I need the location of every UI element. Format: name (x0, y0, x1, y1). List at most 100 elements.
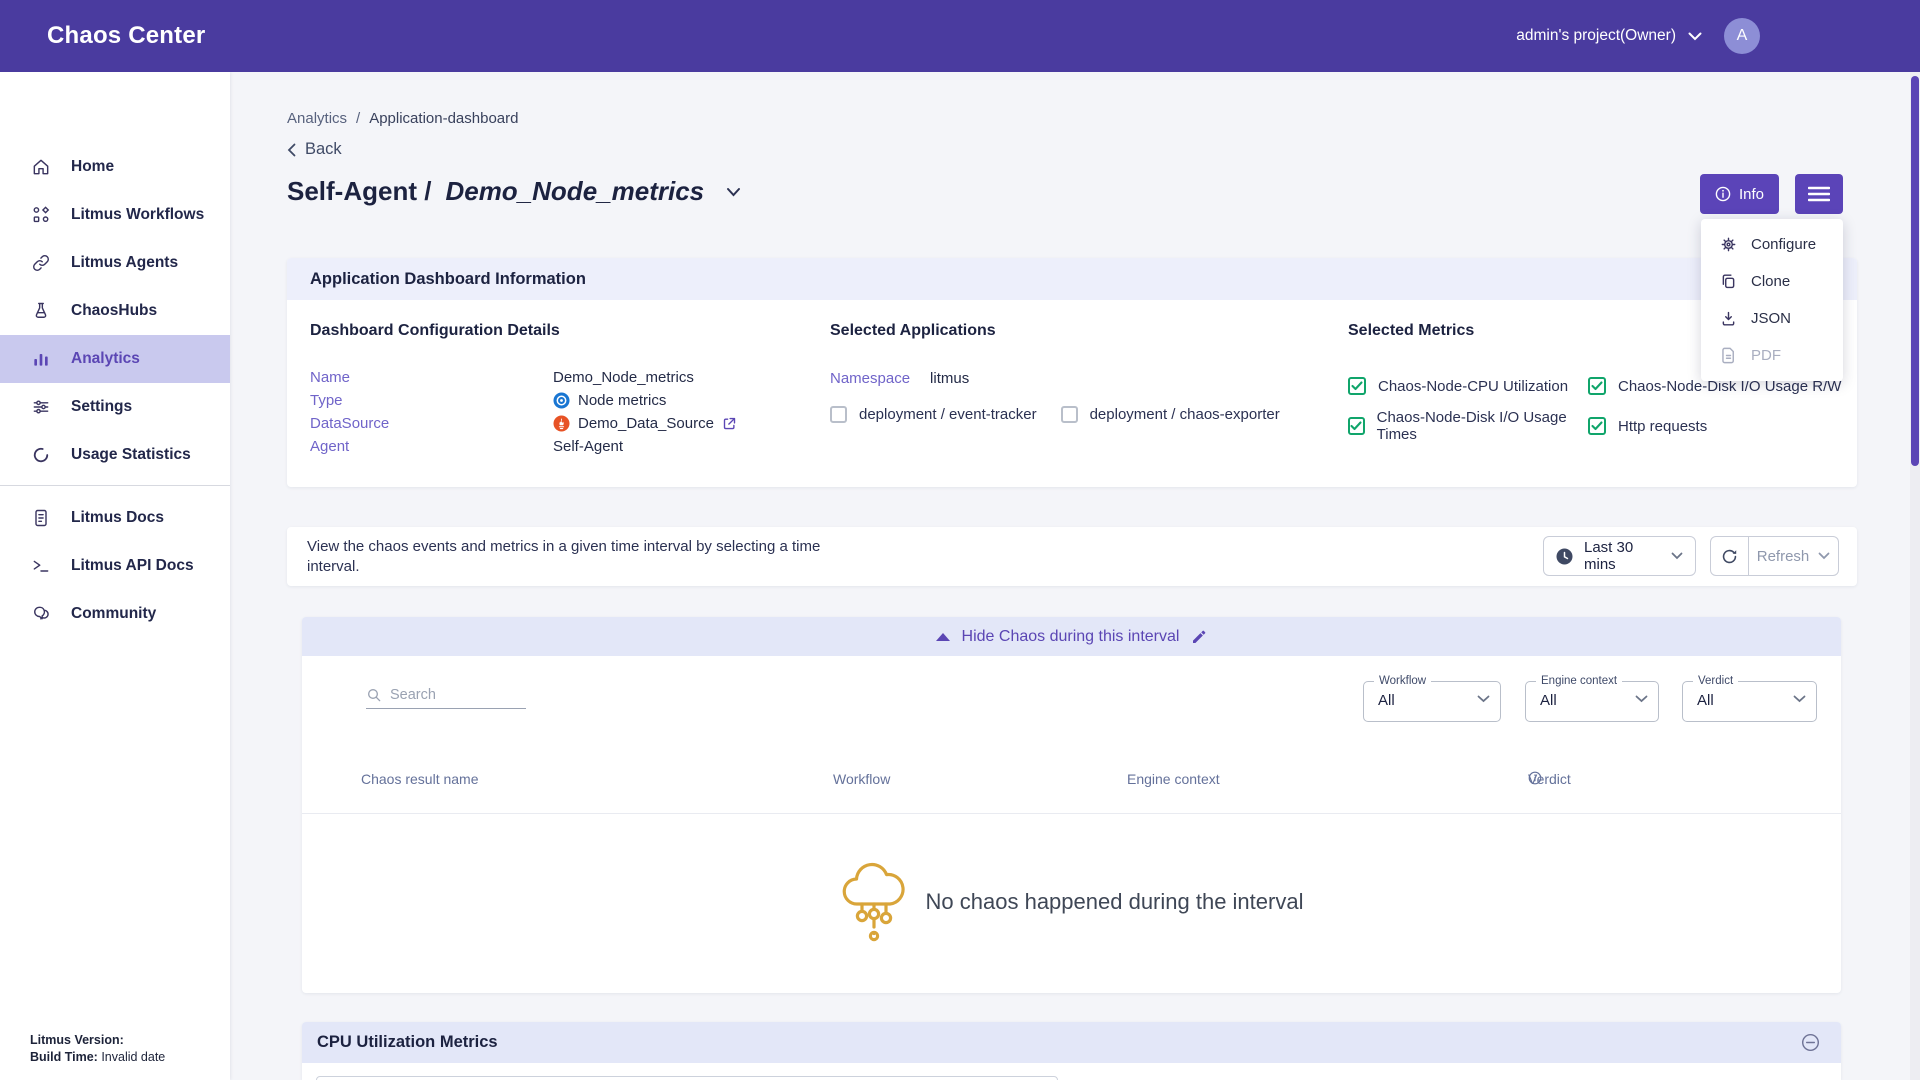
config-details: Name Demo_Node_metrics Type Node metrics… (310, 368, 737, 456)
info-button[interactable]: Info (1700, 174, 1779, 214)
app-checkbox-label: deployment / chaos-exporter (1090, 406, 1280, 423)
menu-item-pdf[interactable]: PDF (1701, 337, 1843, 374)
breadcrumb-current: Application-dashboard (369, 110, 518, 127)
name-value: Demo_Node_metrics (553, 369, 694, 386)
namespace-value: litmus (930, 370, 969, 387)
filter-label: Workflow (1374, 675, 1431, 687)
table-divider (302, 813, 1841, 814)
sidebar-item-analytics[interactable]: Analytics (0, 335, 230, 383)
sidebar-item-litmus-agents[interactable]: Litmus Agents (0, 239, 230, 287)
agent-label: Agent (310, 438, 553, 455)
sidebar-item-label: Settings (71, 398, 132, 416)
app-checkbox-chaos-exporter[interactable]: deployment / chaos-exporter (1061, 406, 1280, 423)
sidebar-item-chaoshubs[interactable]: ChaosHubs (0, 287, 230, 335)
menu-item-json[interactable]: JSON (1701, 300, 1843, 337)
chaos-events-panel: Hide Chaos during this interval Workflow… (302, 617, 1841, 993)
scrollbar-thumb[interactable] (1911, 76, 1919, 466)
checkbox-unchecked-icon (830, 406, 847, 423)
metric-checkbox-label: Http requests (1618, 418, 1707, 435)
search-input[interactable] (390, 687, 510, 703)
sidebar-item-litmus-docs[interactable]: Litmus Docs (0, 494, 230, 542)
namespace-label: Namespace (830, 370, 910, 387)
search-field (366, 687, 526, 709)
scrollbar-track[interactable] (1910, 72, 1920, 1080)
sidebar-item-usage-statistics[interactable]: Usage Statistics (0, 431, 230, 479)
refresh-now-button[interactable] (1710, 536, 1749, 576)
info-icon (1715, 186, 1731, 202)
type-label: Type (310, 392, 553, 409)
hide-chaos-toggle[interactable]: Hide Chaos during this interval (302, 617, 1841, 656)
metric-checkbox-label: Chaos-Node-CPU Utilization (1378, 378, 1568, 395)
sidebar-item-label: Litmus Agents (71, 254, 178, 272)
app-checkbox-event-tracker[interactable]: deployment / event-tracker (830, 406, 1037, 423)
avatar[interactable]: A (1724, 18, 1760, 54)
dashboard-menu-button[interactable] (1795, 174, 1843, 214)
menu-item-clone[interactable]: Clone (1701, 263, 1843, 300)
top-bar: Chaos Center admin's project(Owner) A (0, 0, 1920, 72)
prometheus-icon (553, 415, 570, 432)
hide-chaos-label: Hide Chaos during this interval (962, 628, 1180, 646)
filter-value: All (1697, 692, 1714, 709)
external-link-icon[interactable] (722, 416, 737, 431)
sidebar-item-label: Community (71, 605, 156, 623)
checkbox-checked-icon (1348, 377, 1366, 395)
menu-item-configure[interactable]: Configure (1701, 226, 1843, 263)
flask-icon (30, 300, 52, 322)
type-value: Node metrics (578, 392, 666, 409)
metric-checkbox-http-requests[interactable]: Http requests (1588, 409, 1841, 443)
chevron-down-icon (1818, 552, 1830, 560)
filter-label: Engine context (1536, 675, 1622, 687)
breadcrumb-analytics[interactable]: Analytics (287, 110, 347, 127)
back-label: Back (305, 140, 342, 159)
metric-checkbox-disk-io-times[interactable]: Chaos-Node-Disk I/O Usage Times (1348, 409, 1588, 443)
collapse-minus-icon[interactable] (1801, 1033, 1820, 1052)
agent-value: Self-Agent (553, 438, 623, 455)
workflow-filter[interactable]: Workflow All (1363, 681, 1501, 722)
dashboard-switcher-caret[interactable] (726, 187, 741, 197)
sidebar-item-community[interactable]: Community (0, 590, 230, 638)
name-label: Name (310, 369, 553, 386)
column-engine-context: Engine context (1127, 771, 1220, 787)
back-button[interactable]: Back (287, 140, 342, 159)
sidebar-item-label: Usage Statistics (71, 446, 191, 464)
edit-pencil-icon[interactable] (1191, 629, 1207, 645)
sidebar-item-label: Analytics (71, 350, 140, 368)
time-range-select[interactable]: Last 30 mins (1543, 536, 1696, 576)
chevron-left-icon (287, 143, 296, 157)
gear-icon (1718, 235, 1738, 255)
sidebar-item-home[interactable]: Home (0, 143, 230, 191)
download-icon (1718, 309, 1738, 329)
empty-message: No chaos happened during the interval (926, 889, 1304, 915)
menu-item-label: Clone (1751, 273, 1790, 290)
sidebar-item-litmus-api-docs[interactable]: Litmus API Docs (0, 542, 230, 590)
document-icon (30, 507, 52, 529)
link-icon (30, 252, 52, 274)
filter-label: Verdict (1693, 675, 1738, 687)
copy-icon (1718, 272, 1738, 292)
search-icon (366, 687, 382, 703)
metric-checkbox-cpu-utilization[interactable]: Chaos-Node-CPU Utilization (1348, 377, 1588, 395)
table-header: Chaos result name Workflow Engine contex… (302, 771, 1841, 791)
filter-value: All (1540, 692, 1557, 709)
chevron-down-icon (1477, 695, 1490, 703)
time-interval-panel: View the chaos events and metrics in a g… (287, 527, 1857, 586)
chaos-center-app: Chaos Center admin's project(Owner) A Ho… (0, 0, 1920, 1080)
cloud-empty-icon (840, 860, 908, 944)
sliders-icon (30, 396, 52, 418)
sidebar-item-settings[interactable]: Settings (0, 383, 230, 431)
engine-context-filter[interactable]: Engine context All (1525, 681, 1659, 722)
workflows-icon (30, 204, 52, 226)
empty-state: No chaos happened during the interval (302, 860, 1841, 944)
project-selector[interactable]: admin's project(Owner) (1516, 27, 1702, 45)
sidebar-item-litmus-workflows[interactable]: Litmus Workflows (0, 191, 230, 239)
file-icon (1718, 346, 1738, 366)
filter-value: All (1378, 692, 1395, 709)
refresh-interval-select[interactable]: Refresh (1749, 536, 1839, 576)
project-name: admin's project(Owner) (1516, 27, 1676, 45)
verdict-filter[interactable]: Verdict All (1682, 681, 1817, 722)
cpu-metrics-title: CPU Utilization Metrics (317, 1033, 498, 1052)
hamburger-icon (1808, 186, 1830, 202)
cpu-metrics-panel: CPU Utilization Metrics (302, 1022, 1841, 1080)
verdict-info-icon[interactable] (1528, 771, 1542, 785)
refresh-label: Refresh (1757, 548, 1810, 565)
